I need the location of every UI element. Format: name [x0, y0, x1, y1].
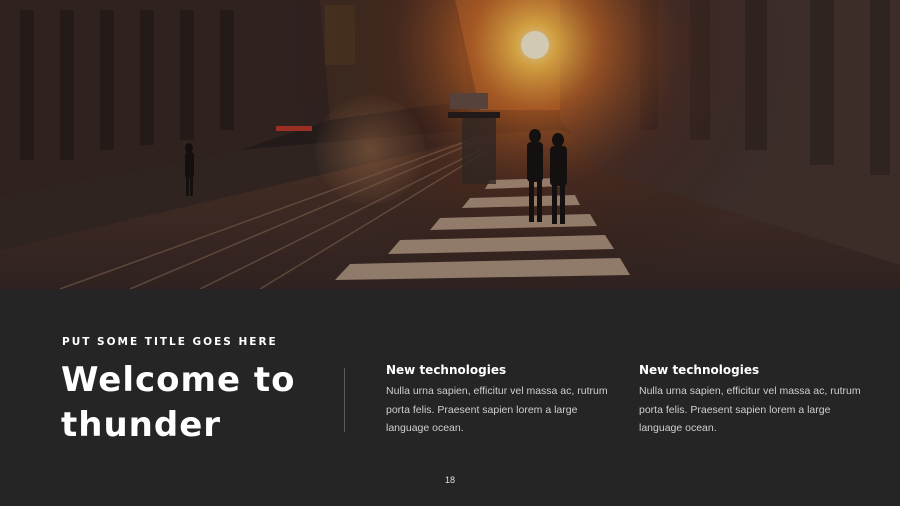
page-number: 18: [444, 475, 455, 485]
slide-kicker: PUT SOME TITLE GOES HERE: [62, 336, 278, 348]
headline-line-1: Welcome to: [61, 360, 296, 400]
feature-column-2: New technologies Nulla urna sapien, effi…: [639, 363, 869, 438]
feature-title: New technologies: [639, 363, 760, 377]
presentation-slide: PUT SOME TITLE GOES HERE Welcome to thun…: [0, 0, 900, 506]
vertical-divider: [344, 368, 345, 432]
feature-body: Nulla urna sapien, efficitur vel massa a…: [639, 385, 861, 434]
headline-line-2: thunder: [61, 405, 222, 445]
feature-body: Nulla urna sapien, efficitur vel massa a…: [386, 385, 608, 434]
feature-column-1: New technologies Nulla urna sapien, effi…: [386, 363, 616, 438]
hero-photo-city-street-sunset: [0, 0, 900, 289]
feature-title: New technologies: [386, 363, 507, 377]
slide-headline: Welcome to thunder: [61, 358, 331, 448]
